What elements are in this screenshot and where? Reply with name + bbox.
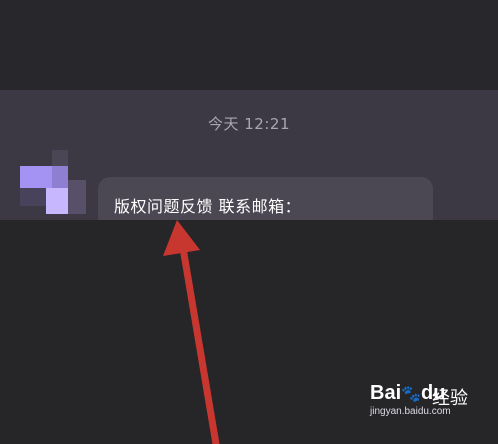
watermark-url: jingyan.baidu.com xyxy=(370,406,451,417)
baidu-watermark: Bai🐾du 经验 jingyan.baidu.com xyxy=(370,380,480,420)
annotation-arrow-icon xyxy=(163,220,220,444)
paw-icon: 🐾 xyxy=(401,386,422,403)
